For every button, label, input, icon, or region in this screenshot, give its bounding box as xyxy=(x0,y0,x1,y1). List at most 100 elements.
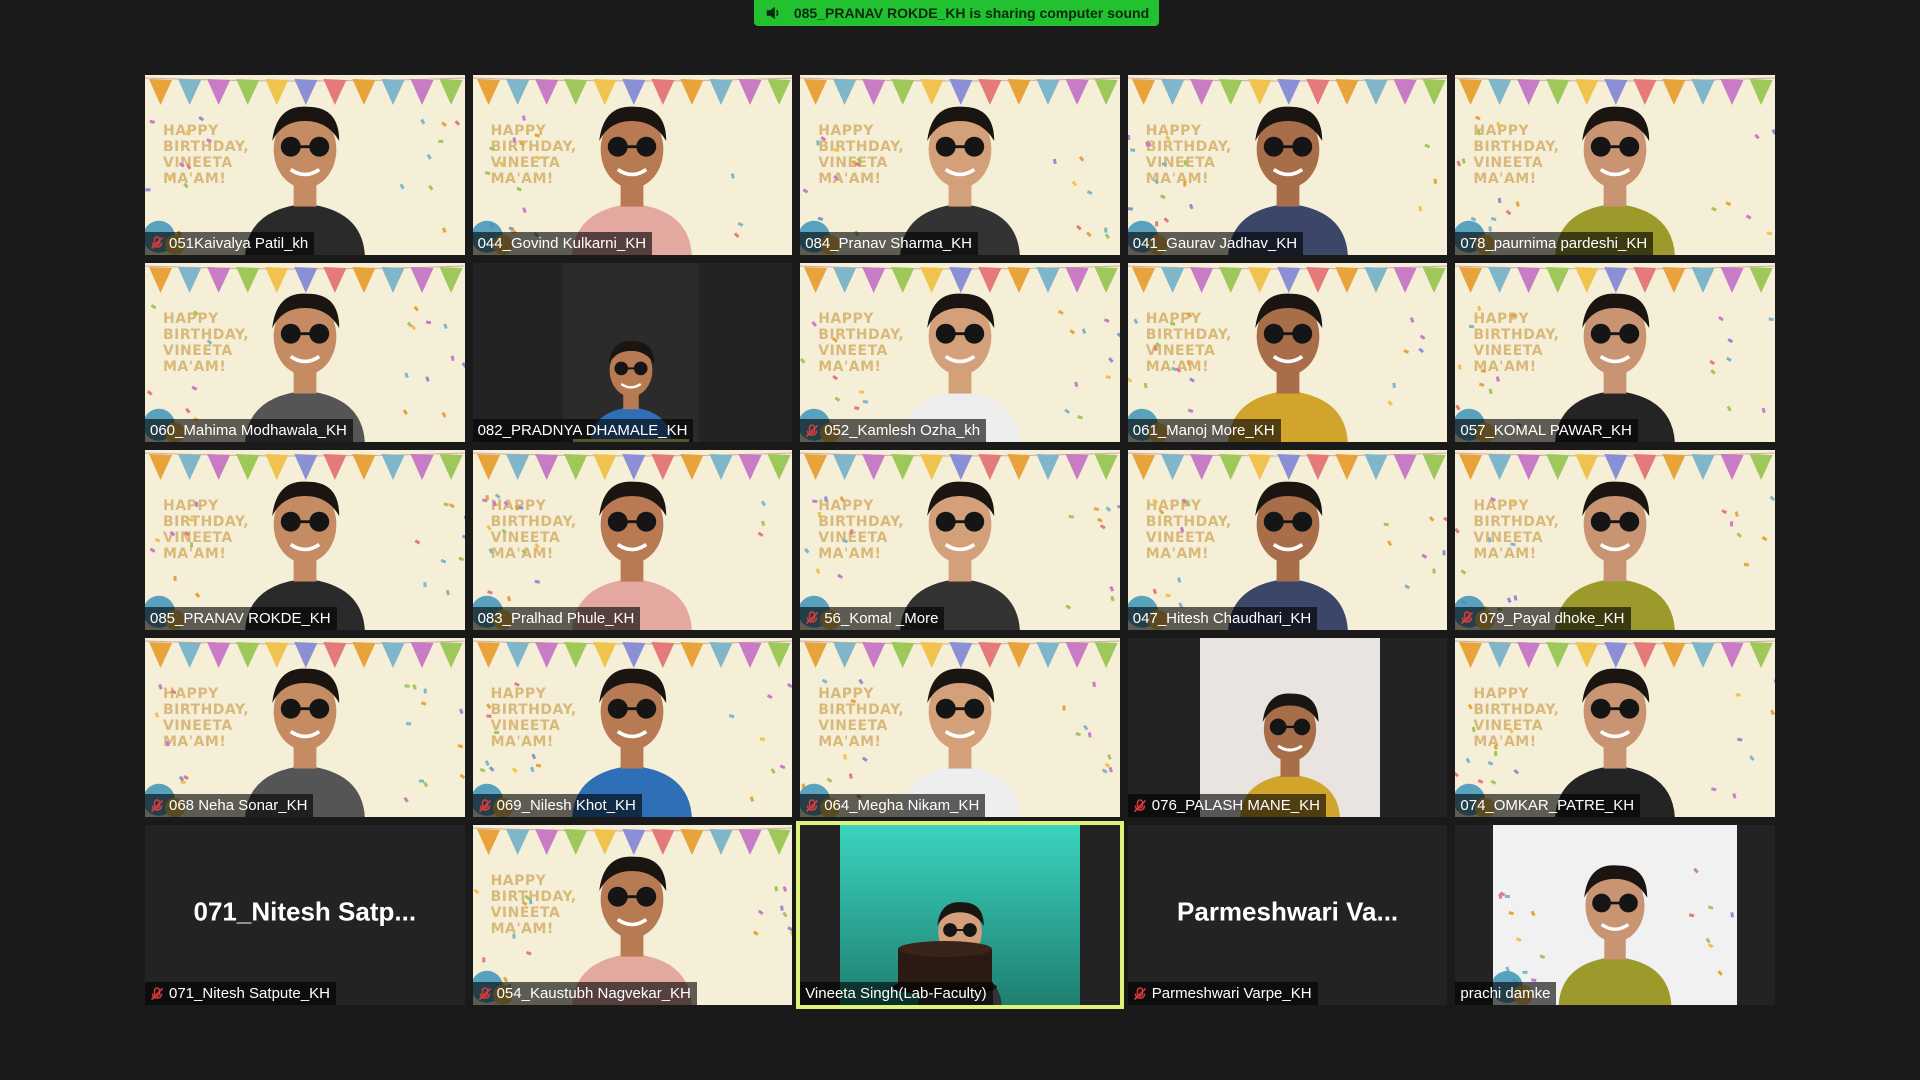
participant-tile-051kaivalya-patil-kh[interactable]: HAPPY BIRTHDAY, VINEETA MA'AM! 051Kaivalya … xyxy=(145,75,465,255)
sharing-sound-banner[interactable]: 085_PRANAV ROKDE_KH is sharing computer … xyxy=(754,0,1159,26)
participant-name: 054_Kaustubh Nagvekar_KH xyxy=(496,985,691,1002)
participant-name-tag: 084_Pranav Sharma_KH xyxy=(800,231,978,255)
participant-tile-085-pranav-rokde-kh[interactable]: HAPPY BIRTHDAY, VINEETA MA'AM! 085_PRANAV R… xyxy=(145,450,465,630)
participant-tile-082-pradnya-dhamale-kh[interactable]: 082_PRADNYA DHAMALE_KH xyxy=(472,262,793,443)
participant-name: 068 Neha Sonar_KH xyxy=(169,797,308,815)
participant-video xyxy=(1227,106,1348,255)
participant-name: 078_paurnima pardeshi_KH xyxy=(1460,234,1648,252)
participant-video xyxy=(1227,481,1348,630)
participant-name: 079_Payal dhoke_KH xyxy=(1479,609,1625,627)
mic-muted-icon xyxy=(1133,799,1146,812)
participant-tile-prachi-damke[interactable]: prachi damke xyxy=(1455,825,1775,1005)
participant-name: Parmeshwari Varpe_KH xyxy=(1151,985,1312,1002)
participant-name-tag: 078_paurnima pardeshi_KH xyxy=(1455,231,1654,255)
mic-muted-icon xyxy=(478,799,491,812)
participant-name: 076_PALASH MANE_KH xyxy=(1151,797,1320,815)
participant-tile-079-payal-dhoke-kh[interactable]: HAPPY BIRTHDAY, VINEETA MA'AM! 079_Payal dh… xyxy=(1455,450,1775,630)
participant-name-tag: Vineeta Singh(Lab-Faculty) xyxy=(800,982,993,1005)
participant-video xyxy=(244,668,365,818)
participant-tile-078-paurnima-pardeshi-kh[interactable]: HAPPY BIRTHDAY, VINEETA MA'AM! 078_paurnima… xyxy=(1455,75,1775,255)
participant-name-tag: 076_PALASH MANE_KH xyxy=(1127,794,1326,818)
participant-video xyxy=(572,668,693,818)
participant-tile-076-palash-mane-kh[interactable]: 076_PALASH MANE_KH xyxy=(1127,637,1448,818)
participant-name: 083_Pralhad Phule_KH xyxy=(477,609,635,627)
participant-name-tag: 041_Gaurav Jadhav_KH xyxy=(1127,231,1304,255)
participant-name-tag: 071_Nitesh Satpute_KH xyxy=(145,982,336,1005)
participant-tile-069-nilesh-khot-kh[interactable]: HAPPY BIRTHDAY, VINEETA MA'AM! 069_Nilesh K… xyxy=(472,637,793,818)
participant-tile-084-pranav-sharma-kh[interactable]: HAPPY BIRTHDAY, VINEETA MA'AM! 084_Pranav S… xyxy=(800,75,1120,255)
participant-tile-054-kaustubh-nagvekar-kh[interactable]: HAPPY BIRTHDAY, VINEETA MA'AM! 054_Kaustubh… xyxy=(472,825,793,1005)
participant-name: 041_Gaurav Jadhav_KH xyxy=(1132,234,1298,252)
participant-name: 56_Komal _More xyxy=(824,609,939,627)
participant-name: prachi damke xyxy=(1460,985,1551,1002)
mic-muted-icon xyxy=(1133,986,1146,1000)
mic-muted-icon xyxy=(1461,611,1474,625)
participant-name-tag: 082_PRADNYA DHAMALE_KH xyxy=(472,419,694,443)
participant-name: 060_Mahima Modhawala_KH xyxy=(150,422,347,440)
mic-muted-icon xyxy=(150,986,164,1000)
participant-video xyxy=(900,293,1020,443)
participant-name-tag: 061_Manoj More_KH xyxy=(1127,419,1281,443)
participant-tile-064-megha-nikam-kh[interactable]: HAPPY BIRTHDAY, VINEETA MA'AM! 064_Megha Ni… xyxy=(800,637,1120,818)
gallery-view-grid: HAPPY BIRTHDAY, VINEETA MA'AM! 051Kaivalya … xyxy=(145,75,1775,1009)
participant-tile-044-govind-kulkarni-kh[interactable]: HAPPY BIRTHDAY, VINEETA MA'AM! 044_Govind K… xyxy=(472,75,793,255)
participant-display-name: Parmeshwari Va... xyxy=(1177,896,1399,927)
participant-tile-061-manoj-more-kh[interactable]: HAPPY BIRTHDAY, VINEETA MA'AM! 061_Manoj Mo… xyxy=(1127,262,1448,443)
participant-tile-052-kamlesh-ozha-kh[interactable]: HAPPY BIRTHDAY, VINEETA MA'AM! 052_Kamlesh … xyxy=(800,262,1120,443)
participant-video xyxy=(572,106,693,255)
participant-video-frame xyxy=(1199,637,1380,818)
participant-tile-041-gaurav-jadhav-kh[interactable]: HAPPY BIRTHDAY, VINEETA MA'AM! 041_Gaurav J… xyxy=(1127,75,1448,255)
participant-tile-060-mahima-modhawala-kh[interactable]: HAPPY BIRTHDAY, VINEETA MA'AM! 060_Mahima M… xyxy=(145,262,465,443)
participant-tile-parmeshwari-varpe-kh[interactable]: Parmeshwari Va... Parmeshwari Varpe_KH xyxy=(1127,825,1448,1005)
participant-video xyxy=(1555,106,1676,255)
participant-name: 061_Manoj More_KH xyxy=(1132,422,1275,440)
participant-video xyxy=(1555,481,1676,630)
participant-name-tag: 052_Kamlesh Ozha_kh xyxy=(800,419,987,443)
participant-name: 051Kaivalya Patil_kh xyxy=(169,234,309,252)
participant-tile-057-komal-pawar-kh[interactable]: HAPPY BIRTHDAY, VINEETA MA'AM! 057_KOMAL PA… xyxy=(1455,262,1775,443)
participant-name: 057_KOMAL PAWAR_KH xyxy=(1460,422,1632,440)
participant-video xyxy=(1555,293,1676,443)
participant-video xyxy=(900,106,1020,255)
participant-tile-083-pralhad-phule-kh[interactable]: HAPPY BIRTHDAY, VINEETA MA'AM! 083_Pralhad … xyxy=(472,450,793,630)
participant-video xyxy=(1239,693,1340,818)
participant-video xyxy=(900,481,1020,630)
participant-video xyxy=(1555,668,1676,818)
participant-tile-vineeta-singh-lab-faculty[interactable]: Vineeta Singh(Lab-Faculty) xyxy=(796,821,1124,1009)
participant-video-frame xyxy=(840,825,1081,1005)
participant-name: 085_PRANAV ROKDE_KH xyxy=(150,609,331,627)
participant-name: 064_Megha Nikam_KH xyxy=(824,797,980,815)
participant-tile-068-neha-sonar-kh[interactable]: HAPPY BIRTHDAY, VINEETA MA'AM! 068 Neha Son… xyxy=(145,637,465,818)
participant-tile-071-nitesh-satpute-kh[interactable]: 071_Nitesh Satp... 071_Nitesh Satpute_KH xyxy=(145,825,465,1005)
participant-display-name: 071_Nitesh Satp... xyxy=(193,896,417,927)
mic-muted-icon xyxy=(806,799,819,812)
participant-name-tag: 051Kaivalya Patil_kh xyxy=(145,231,315,255)
participant-name: 071_Nitesh Satpute_KH xyxy=(169,985,330,1002)
participant-tile-047-hitesh-chaudhari-kh[interactable]: HAPPY BIRTHDAY, VINEETA MA'AM! 047_Hitesh C… xyxy=(1127,450,1448,630)
participant-name: 052_Kamlesh Ozha_kh xyxy=(824,422,981,440)
participant-name-tag: 083_Pralhad Phule_KH xyxy=(472,606,641,630)
participant-name-tag: Parmeshwari Varpe_KH xyxy=(1127,982,1318,1005)
mic-muted-icon xyxy=(150,799,164,812)
participant-name-tag: 064_Megha Nikam_KH xyxy=(800,794,986,818)
participant-tile-56-komal-more[interactable]: HAPPY BIRTHDAY, VINEETA MA'AM! 56_Komal _Mo… xyxy=(800,450,1120,630)
participant-video xyxy=(589,340,672,443)
participant-name: 047_Hitesh Chaudhari_KH xyxy=(1132,609,1312,627)
speaker-icon xyxy=(766,6,779,20)
participant-video-frame xyxy=(1493,825,1738,1005)
participant-name: 084_Pranav Sharma_KH xyxy=(805,234,972,252)
mic-muted-icon xyxy=(150,236,164,250)
mic-muted-icon xyxy=(806,611,819,625)
participant-name-tag: 044_Govind Kulkarni_KH xyxy=(472,231,653,255)
participant-name-tag: 057_KOMAL PAWAR_KH xyxy=(1455,419,1638,443)
participant-video xyxy=(572,856,693,1005)
participant-video xyxy=(244,106,365,255)
participant-name-tag: 079_Payal dhoke_KH xyxy=(1455,606,1631,630)
participant-name-tag: prachi damke xyxy=(1455,982,1557,1005)
participant-video xyxy=(1559,865,1672,1005)
participant-name: Vineeta Singh(Lab-Faculty) xyxy=(805,985,987,1002)
participant-name-tag: 054_Kaustubh Nagvekar_KH xyxy=(472,982,697,1005)
participant-video-frame xyxy=(562,262,699,443)
participant-tile-074-omkar-patre-kh[interactable]: HAPPY BIRTHDAY, VINEETA MA'AM! 074_OMKAR_PA… xyxy=(1455,637,1775,818)
participant-name-tag: 060_Mahima Modhawala_KH xyxy=(145,419,353,443)
